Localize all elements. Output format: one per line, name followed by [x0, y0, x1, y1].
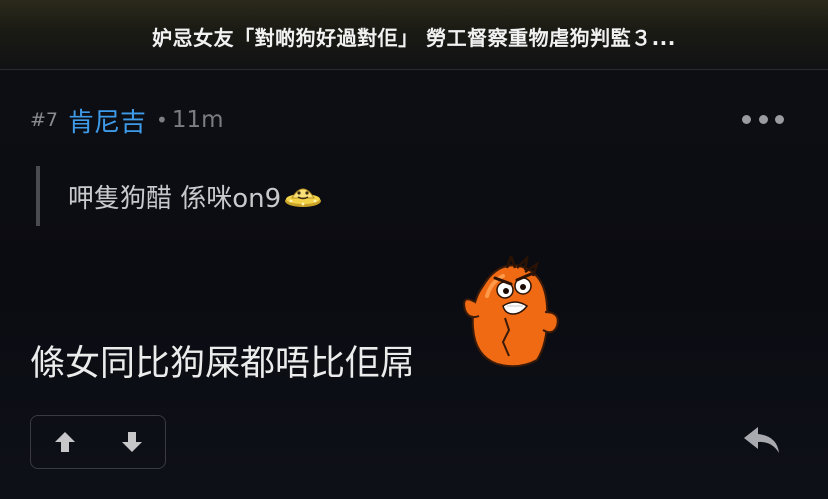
more-dot — [775, 114, 784, 124]
post-timestamp: 11m — [171, 107, 224, 133]
more-dot — [758, 114, 768, 124]
upvote-button[interactable] — [31, 416, 98, 468]
downvote-button[interactable] — [98, 416, 165, 468]
arrow-down-icon — [121, 432, 142, 452]
meta-separator: • — [156, 108, 168, 132]
username-link[interactable]: 肯尼吉 — [68, 102, 146, 139]
more-options-button[interactable] — [742, 108, 784, 130]
post-meta: #7 肯尼吉 • 11m — [30, 102, 224, 139]
reply-button[interactable] — [740, 420, 784, 460]
more-dot — [742, 114, 751, 124]
thread-title[interactable]: 妒忌女友「對啲狗好過對佢」 勞工督察重物虐狗判監３... — [0, 22, 828, 51]
quote-text: 呷隻狗醋 係咪on9 — [68, 183, 282, 214]
vote-controls — [30, 415, 166, 469]
post-body-text: 條女同比狗屎都唔比佢屌 — [30, 344, 416, 384]
top-header-bar: 妒忌女友「對啲狗好過對佢」 勞工督察重物虐狗判監３... — [0, 0, 828, 70]
reply-arrow-icon — [744, 427, 779, 453]
post-number: #7 — [30, 109, 59, 131]
ufo-emoji-icon — [285, 188, 322, 207]
angry-mascot-sticker — [463, 256, 559, 368]
arrow-up-icon — [54, 432, 75, 452]
quote-block: 呷隻狗醋 係咪on9 — [36, 166, 323, 226]
